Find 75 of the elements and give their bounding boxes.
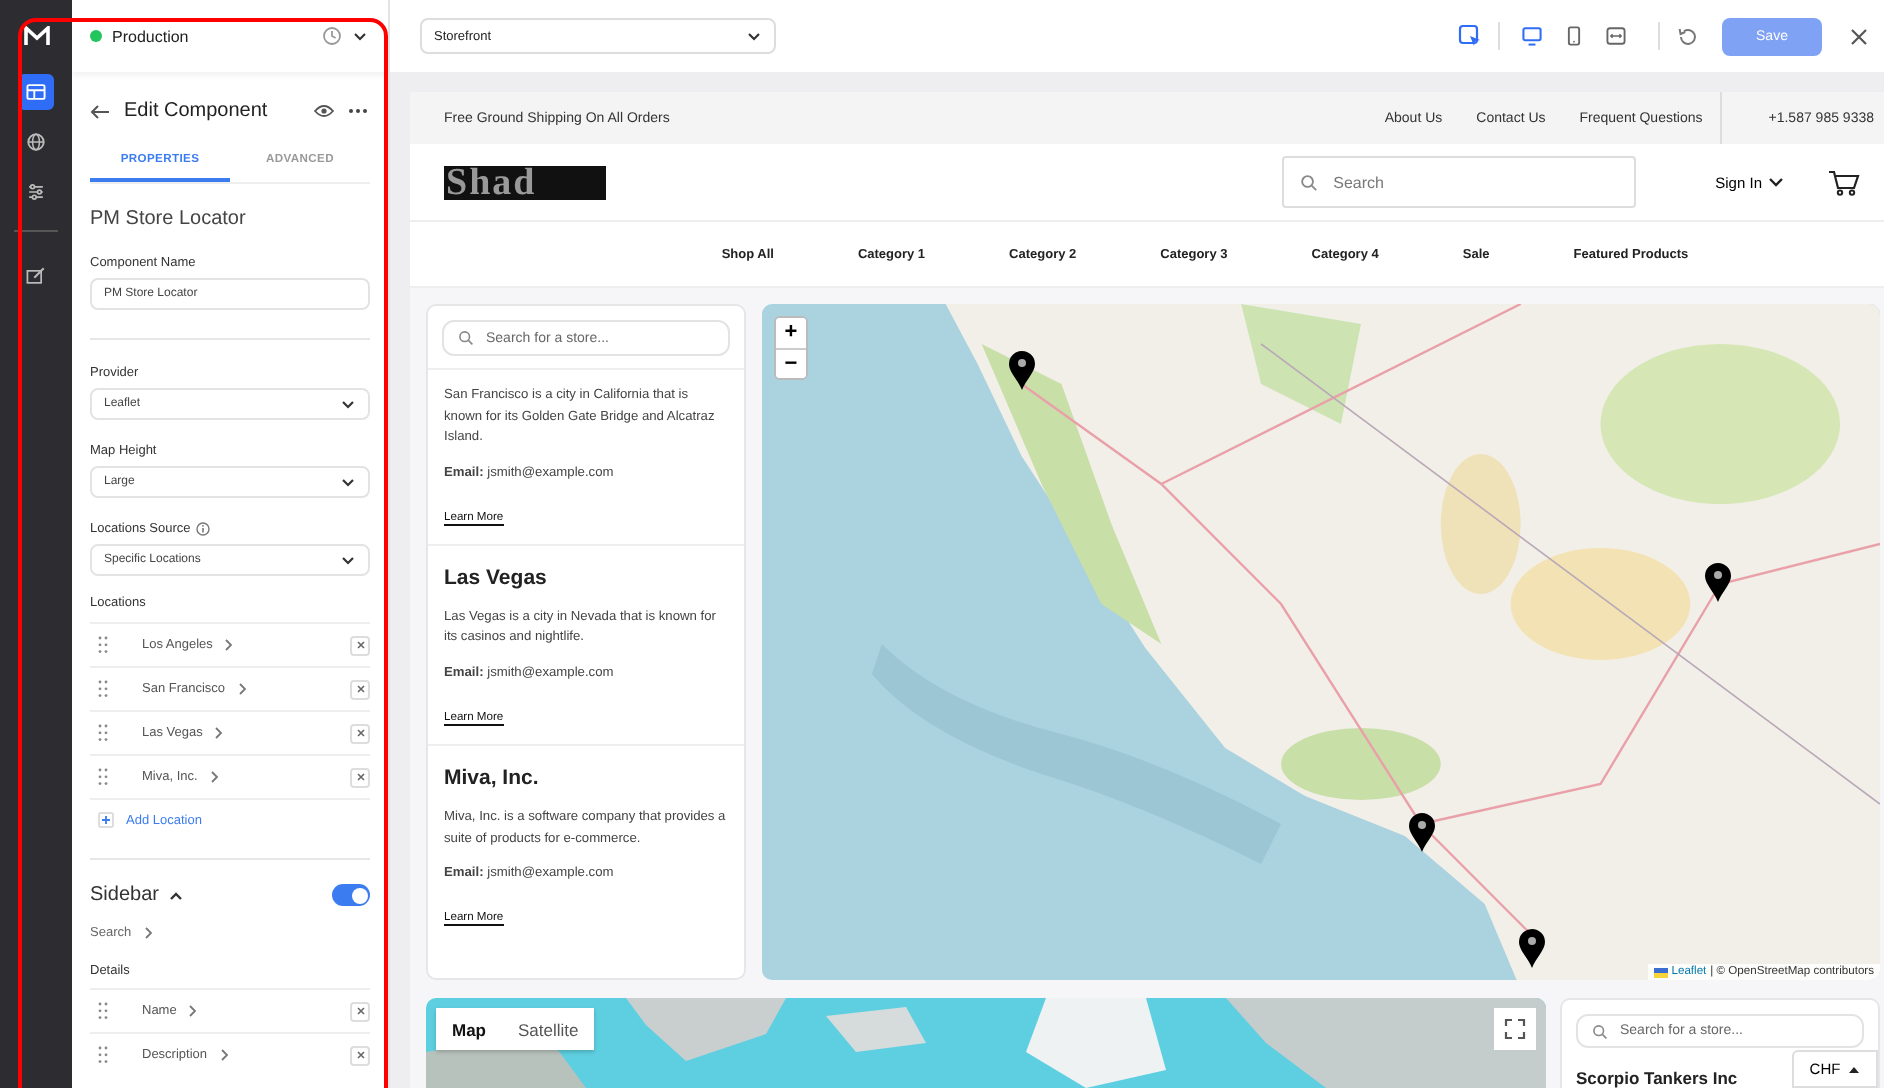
close-icon — [355, 1050, 365, 1060]
drag-handle-icon[interactable] — [98, 1002, 108, 1020]
logo-icon[interactable] — [23, 26, 49, 46]
cart-icon[interactable] — [1828, 169, 1860, 195]
remove-button[interactable] — [350, 723, 370, 743]
remove-button[interactable] — [350, 1045, 370, 1065]
close-icon — [1850, 27, 1868, 45]
drag-handle-icon[interactable] — [98, 768, 108, 786]
remove-button[interactable] — [350, 635, 370, 655]
map-pin-icon[interactable] — [1408, 812, 1436, 852]
status-dot — [90, 30, 102, 42]
search-icon — [1299, 173, 1318, 191]
drag-handle-icon[interactable] — [98, 636, 108, 654]
layout-icon — [24, 80, 48, 104]
search-icon — [458, 330, 474, 346]
back-arrow-icon[interactable] — [90, 103, 110, 119]
close-icon — [355, 728, 365, 738]
drag-handle-icon[interactable] — [98, 1046, 108, 1064]
chevron-down-icon — [340, 474, 356, 490]
sliders-icon — [24, 180, 48, 204]
desktop-icon — [1520, 24, 1544, 48]
close-icon — [355, 772, 365, 782]
clock-icon[interactable] — [322, 26, 342, 46]
map-pin-icon[interactable] — [1704, 562, 1732, 602]
chevron-down-icon — [746, 28, 762, 44]
chevron-right-icon — [207, 770, 220, 784]
map-type-tab[interactable]: Map — [436, 1008, 502, 1050]
environment-name: Production — [112, 27, 189, 45]
eye-icon[interactable] — [314, 104, 334, 118]
chevron-right-icon — [186, 1004, 199, 1018]
chevron-right-icon — [141, 926, 154, 940]
undo-icon[interactable] — [1676, 25, 1698, 47]
close-icon — [355, 640, 365, 650]
map-pin-icon[interactable] — [1008, 350, 1036, 390]
cursor-select-icon[interactable] — [1458, 24, 1482, 48]
chevron-down-icon — [340, 396, 356, 412]
caret-up-icon — [1848, 1065, 1861, 1073]
close-icon — [355, 684, 365, 694]
responsive-icon — [1604, 24, 1628, 48]
edit-icon — [24, 264, 48, 288]
remove-button[interactable] — [350, 1001, 370, 1021]
section-title: Sidebar — [90, 884, 159, 906]
component-title: PM Store Locator — [90, 208, 248, 230]
remove-button[interactable] — [350, 679, 370, 699]
info-icon[interactable] — [196, 522, 211, 536]
panel-title: Edit Component — [124, 100, 268, 122]
environment-dropdown-icon — [352, 28, 368, 44]
chevron-right-icon — [212, 726, 225, 740]
toggle-switch[interactable] — [332, 884, 370, 906]
drag-handle-icon[interactable] — [98, 724, 108, 742]
chevron-right-icon — [217, 1048, 230, 1062]
remove-button[interactable] — [350, 767, 370, 787]
chevron-down-icon — [340, 552, 356, 568]
close-icon — [355, 1006, 365, 1016]
chevron-up-icon[interactable] — [168, 887, 185, 903]
fullscreen-button[interactable] — [1494, 1008, 1536, 1050]
fullscreen-icon — [1504, 1018, 1526, 1040]
drag-handle-icon[interactable] — [98, 680, 108, 698]
more-icon[interactable] — [348, 108, 368, 114]
plus-icon[interactable] — [98, 812, 114, 828]
zoom-out-button[interactable]: − — [776, 348, 806, 378]
globe-icon — [24, 130, 48, 154]
store-name: Las Vegas — [444, 565, 549, 590]
chevron-right-icon — [222, 638, 235, 652]
map-type-tab[interactable]: Satellite — [502, 1008, 595, 1050]
store-logo[interactable]: Shad — [444, 165, 606, 199]
close-button[interactable] — [1850, 27, 1868, 45]
search-field[interactable]: Search — [1281, 156, 1636, 208]
search-icon — [1592, 1023, 1608, 1039]
tablet-icon — [1562, 24, 1586, 48]
store-name: Miva, Inc. — [444, 765, 541, 790]
chevron-down-icon — [1768, 176, 1784, 188]
chevron-right-icon — [235, 682, 248, 696]
store-name: Scorpio Tankers Inc — [1576, 1068, 1738, 1088]
map-pin-icon[interactable] — [1518, 928, 1546, 968]
